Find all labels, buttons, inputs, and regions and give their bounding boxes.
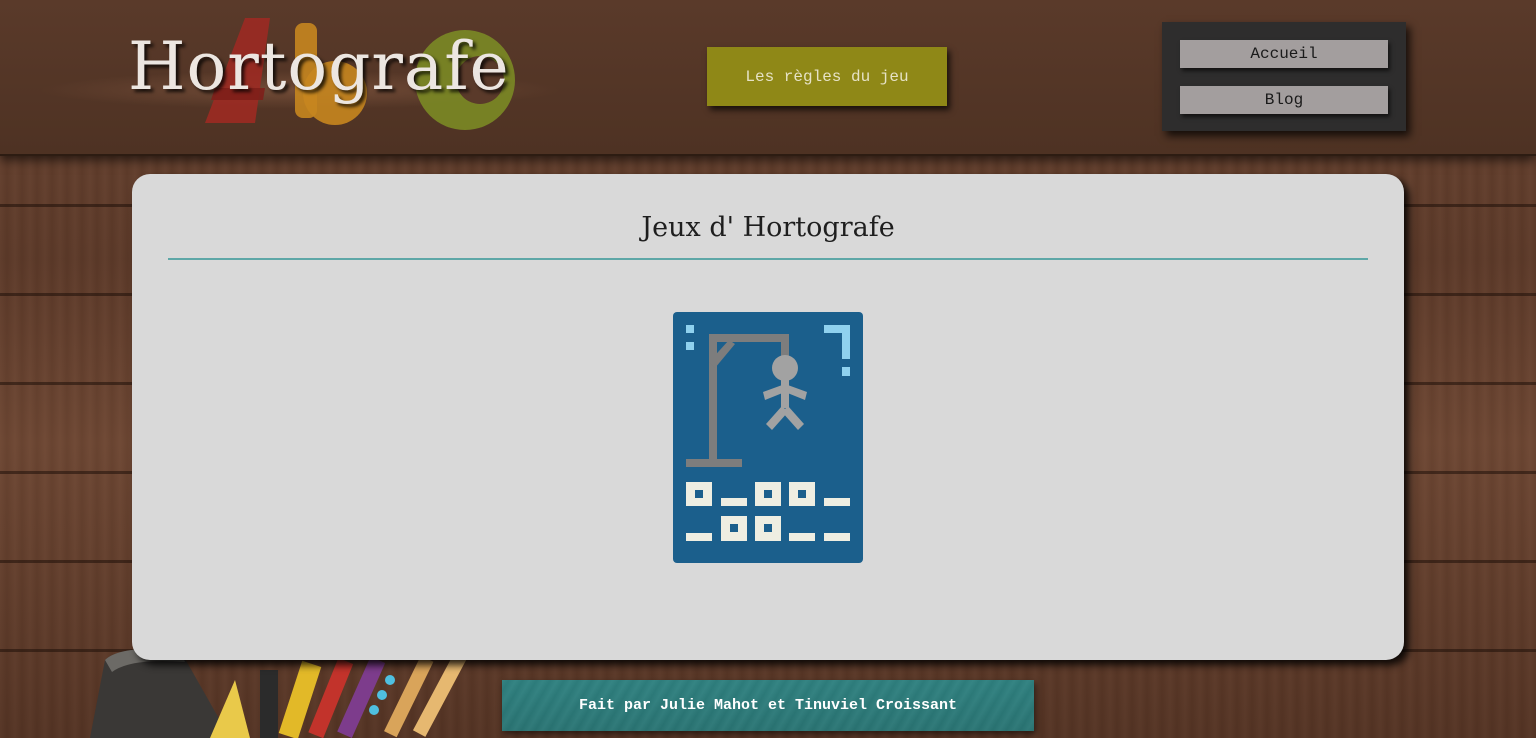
title-divider: [168, 258, 1368, 260]
nav-menu: Accueil Blog: [1162, 22, 1406, 131]
site-header: Hortografe Les règles du jeu Accueil Blo…: [0, 0, 1536, 156]
page-title: Jeux d' Hortografe: [641, 212, 895, 243]
site-title[interactable]: Hortografe: [128, 34, 510, 100]
footer-credit: Fait par Julie Mahot et Tinuviel Croissa…: [502, 680, 1034, 731]
nav-accueil-button[interactable]: Accueil: [1180, 40, 1388, 68]
rules-button[interactable]: Les règles du jeu: [707, 47, 947, 106]
nav-blog-button[interactable]: Blog: [1180, 86, 1388, 114]
hangman-game-icon[interactable]: [673, 312, 863, 563]
games-panel: Jeux d' Hortografe: [132, 174, 1404, 660]
